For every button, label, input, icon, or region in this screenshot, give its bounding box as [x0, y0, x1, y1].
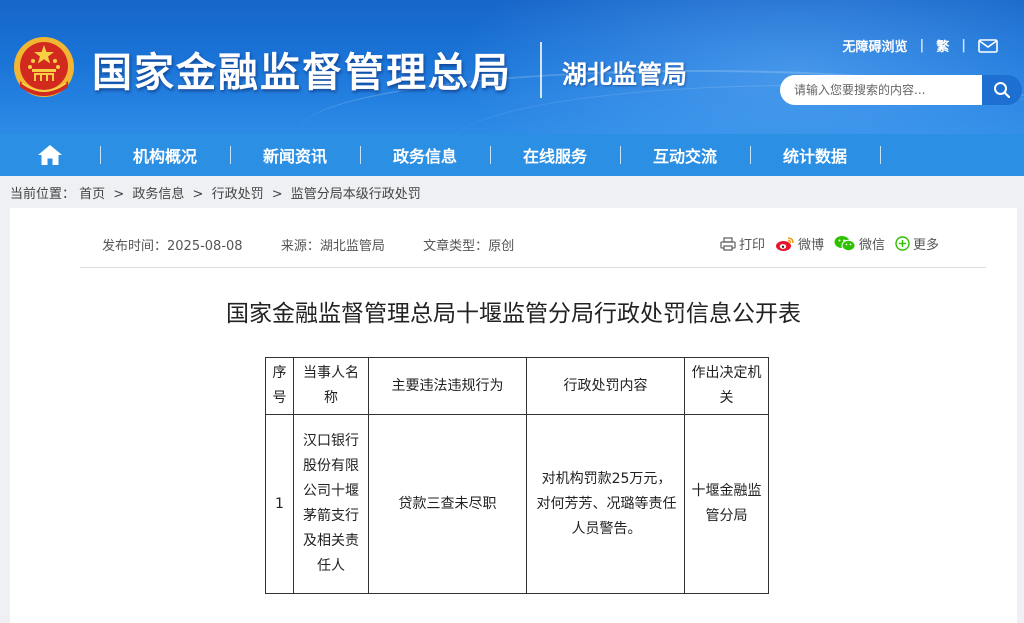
table-header-cell: 行政处罚内容: [526, 357, 685, 415]
nav-item-online-service[interactable]: 在线服务: [490, 134, 620, 176]
mail-icon[interactable]: [978, 38, 998, 53]
nav-item-interaction[interactable]: 互动交流: [620, 134, 750, 176]
article-title: 国家金融监督管理总局十堰监管分局行政处罚信息公开表: [226, 301, 801, 327]
weibo-icon: [776, 236, 794, 251]
source-label: 来源：: [280, 239, 320, 254]
breadcrumb-separator: >: [192, 187, 204, 202]
article-card: 发布时间：2025-08-08 来源：湖北监管局 文章类型：原创 打印 微博 微…: [10, 208, 1017, 623]
breadcrumb-prefix: 当前位置：: [10, 187, 76, 202]
link-separator: |: [961, 38, 966, 53]
breadcrumb-branch-penalty[interactable]: 监管分局本级行政处罚: [291, 187, 421, 202]
type-label: 文章类型：: [423, 239, 489, 254]
site-header: 国家金融监督管理总局 湖北监管局 无障碍浏览 | 繁 |: [0, 0, 1024, 134]
main-nav: 机构概况 新闻资讯 政务信息 在线服务 互动交流 统计数据: [0, 134, 1024, 176]
wechat-share-button[interactable]: 微信: [834, 234, 885, 253]
source-value: 湖北监管局: [319, 239, 385, 254]
nav-item-news[interactable]: 新闻资讯: [230, 134, 360, 176]
nav-divider: [880, 146, 881, 164]
breadcrumb-penalty[interactable]: 行政处罚: [212, 187, 264, 202]
penalty-table: 序号 当事人名称 主要违法违规行为 行政处罚内容 作出决定机关 1 汉口银行股份…: [265, 357, 769, 594]
breadcrumb: 当前位置： 首页 > 政务信息 > 行政处罚 > 监管分局本级行政处罚: [10, 183, 421, 202]
decision-authority-cell: 十堰金融监管分局: [684, 414, 769, 594]
wechat-icon: [834, 236, 856, 252]
weibo-share-button[interactable]: 微博: [775, 234, 824, 253]
more-share-button[interactable]: 更多: [895, 234, 939, 253]
traditional-chinese-link[interactable]: 繁: [936, 36, 949, 55]
printer-icon: [720, 236, 736, 251]
party-name-cell: 汉口银行股份有限公司十堰茅箭支行及相关责任人: [293, 414, 369, 594]
divider-line: [80, 267, 986, 268]
nav-item-government-info[interactable]: 政务信息: [360, 134, 490, 176]
penalty-content-cell: 对机构罚款25万元，对何芳芳、况璐等责任人员警告。: [526, 414, 685, 594]
nav-home[interactable]: [0, 134, 100, 176]
table-header-cell: 当事人名称: [293, 357, 369, 415]
search-box: [780, 75, 1022, 105]
national-emblem-icon: [14, 37, 74, 97]
more-label: 更多: [913, 238, 940, 253]
search-input[interactable]: [780, 75, 982, 105]
top-links: 无障碍浏览 | 繁 |: [842, 36, 998, 55]
breadcrumb-home[interactable]: 首页: [79, 187, 105, 202]
row-number-cell: 1: [265, 414, 294, 594]
breadcrumb-separator: >: [113, 187, 125, 202]
table-header-cell: 主要违法违规行为: [368, 357, 527, 415]
table-header-row: 序号 当事人名称 主要违法违规行为 行政处罚内容 作出决定机关: [265, 357, 769, 415]
wechat-label: 微信: [859, 238, 886, 253]
table-header-cell: 作出决定机关: [684, 357, 769, 415]
article-meta: 发布时间：2025-08-08 来源：湖北监管局 文章类型：原创: [102, 235, 514, 254]
type-value: 原创: [488, 239, 515, 254]
weibo-label: 微博: [798, 238, 825, 253]
accessible-browse-link[interactable]: 无障碍浏览: [842, 36, 907, 55]
nav-item-about[interactable]: 机构概况: [100, 134, 230, 176]
breadcrumb-government-info[interactable]: 政务信息: [132, 187, 184, 202]
print-label: 打印: [739, 238, 766, 253]
site-title: 国家金融监督管理总局: [92, 50, 512, 96]
search-button[interactable]: [982, 75, 1022, 105]
violation-cell: 贷款三查未尽职: [368, 414, 527, 594]
table-row: 1 汉口银行股份有限公司十堰茅箭支行及相关责任人 贷款三查未尽职 对机构罚款25…: [265, 414, 769, 594]
share-bar: 打印 微博 微信 更多: [720, 234, 949, 253]
link-separator: |: [919, 38, 925, 53]
table-header-cell: 序号: [265, 357, 294, 415]
publish-label: 发布时间：: [102, 239, 168, 254]
branch-title: 湖北监管局: [562, 60, 688, 89]
search-icon: [994, 82, 1011, 99]
publish-date: 2025-08-08: [167, 239, 243, 254]
print-button[interactable]: 打印: [720, 234, 765, 253]
plus-circle-icon: [895, 236, 910, 251]
home-icon: [38, 145, 62, 165]
breadcrumb-separator: >: [271, 187, 283, 202]
title-divider: [540, 42, 542, 98]
nav-item-statistics[interactable]: 统计数据: [750, 134, 880, 176]
